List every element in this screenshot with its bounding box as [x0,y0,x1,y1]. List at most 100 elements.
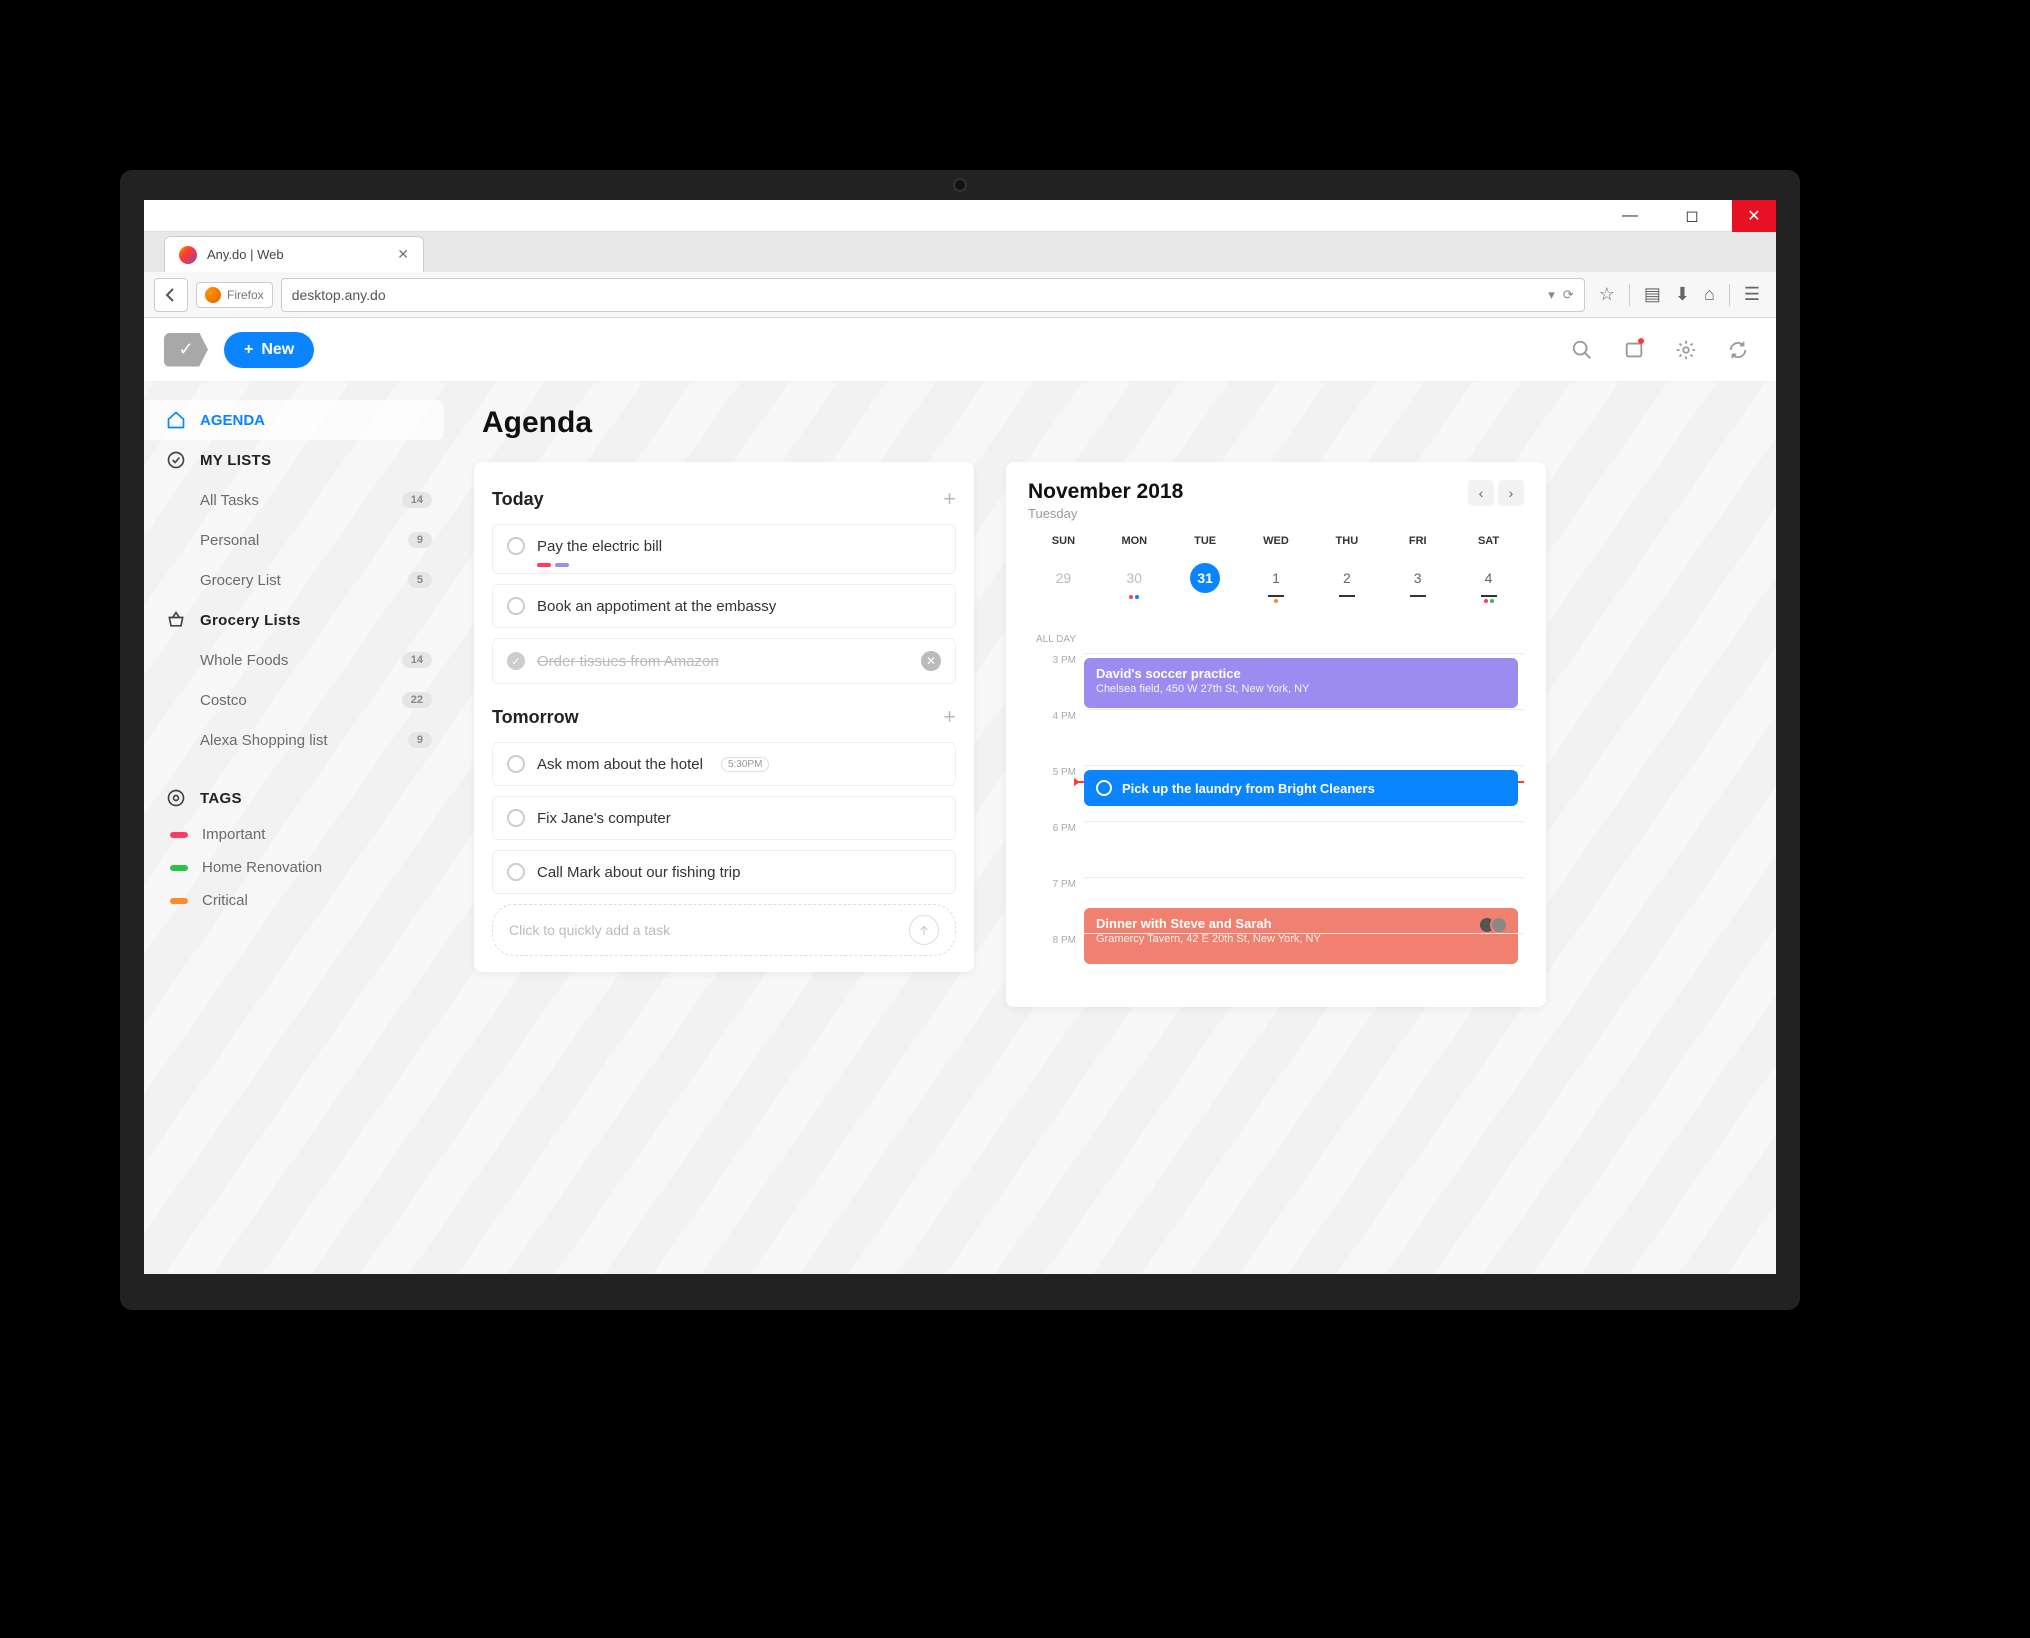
task-row[interactable]: Call Mark about our fishing trip [492,850,956,894]
event-soccer[interactable]: David's soccer practice Chelsea field, 4… [1084,658,1518,708]
notifications-button[interactable] [1616,332,1652,368]
settings-button[interactable] [1668,332,1704,368]
browser-toolbar: Firefox desktop.any.do ▾ ⟳ ☆ ▤ ⬇ ⌂ ☰ [144,272,1776,318]
calendar-dayname: Tuesday [1028,506,1183,521]
window-maximize-button[interactable]: ◻ [1670,200,1714,232]
task-checkbox[interactable] [507,755,525,773]
download-icon[interactable]: ⬇ [1675,284,1690,306]
main-content: Agenda Today + Pay the electric bill [454,382,1776,1274]
task-checkbox[interactable] [507,537,525,555]
calendar-timeline: 3 PM David's soccer practice Chelsea fie… [1028,653,1524,989]
count-badge: 5 [408,572,432,588]
task-checkbox[interactable] [507,809,525,827]
task-text: Book an appotiment at the embassy [537,598,776,615]
firefox-badge[interactable]: Firefox [196,282,273,308]
browser-tab[interactable]: Any.do | Web ✕ [164,236,424,272]
task-time-chip: 5:30PM [721,757,769,772]
calendar-date-cell[interactable]: 30 [1099,557,1170,609]
bookmark-icon[interactable]: ☆ [1599,284,1615,306]
sidebar-item-grocery-list[interactable]: Grocery List 5 [144,560,454,600]
window-close-button[interactable]: ✕ [1732,200,1776,232]
calendar-prev-button[interactable]: ‹ [1468,480,1494,506]
task-row[interactable]: Ask mom about the hotel 5:30PM [492,742,956,786]
toolbar-divider [1629,284,1630,306]
menu-icon[interactable]: ☰ [1744,284,1760,306]
clipboard-icon[interactable]: ▤ [1644,284,1661,306]
arrow-up-icon [917,923,931,937]
card-icon [1623,339,1645,361]
add-task-today-button[interactable]: + [943,486,956,512]
task-row[interactable]: Fix Jane's computer [492,796,956,840]
time-label: 5 PM [1028,765,1084,778]
add-task-tomorrow-button[interactable]: + [943,704,956,730]
sidebar-section-grocery[interactable]: Grocery Lists [144,600,454,640]
calendar-panel: November 2018 Tuesday ‹ › SUN MO [1006,462,1546,1007]
quick-add-placeholder: Click to quickly add a task [509,922,670,938]
sidebar-item-agenda[interactable]: AGENDA [144,400,444,440]
attendee-avatars [1484,916,1508,934]
sidebar-mylists-label: MY LISTS [200,452,271,469]
sidebar-section-tags[interactable]: TAGS [144,778,454,818]
home-icon[interactable]: ⌂ [1704,284,1715,306]
url-text: desktop.any.do [292,287,1541,303]
tag-color-icon [170,832,188,838]
event-checkbox-icon[interactable] [1096,780,1112,796]
count-badge: 9 [408,532,432,548]
task-tag-icon [537,563,551,567]
tag-color-icon [170,898,188,904]
page-title: Agenda [482,406,1756,440]
calendar-date-cell[interactable]: 3 [1382,557,1453,609]
search-button[interactable] [1564,332,1600,368]
tag-home-renovation[interactable]: Home Renovation [144,851,454,884]
sidebar-agenda-label: AGENDA [200,412,265,429]
sync-button[interactable] [1720,332,1756,368]
tag-critical[interactable]: Critical [144,884,454,917]
sidebar-item-personal[interactable]: Personal 9 [144,520,454,560]
sidebar-grocery-label: Grocery Lists [200,612,301,629]
event-laundry[interactable]: Pick up the laundry from Bright Cleaners [1084,770,1518,806]
quick-add-input[interactable]: Click to quickly add a task [492,904,956,956]
tab-favicon-icon [179,246,197,264]
back-button[interactable] [154,278,188,312]
tab-close-button[interactable]: ✕ [397,246,409,263]
check-circle-icon [166,450,186,470]
task-text: Call Mark about our fishing trip [537,864,740,881]
app-logo[interactable]: ✓ [164,333,208,367]
task-row[interactable]: Pay the electric bill [492,524,956,574]
new-button-label: New [261,341,294,359]
calendar-date-cell[interactable]: 2 [1311,557,1382,609]
sidebar-item-alexa-shopping[interactable]: Alexa Shopping list 9 [144,720,454,760]
task-row-completed[interactable]: ✓ Order tissues from Amazon ✕ [492,638,956,684]
calendar-date-cell[interactable]: 1 [1241,557,1312,609]
sidebar-item-all-tasks[interactable]: All Tasks 14 [144,480,454,520]
window-minimize-button[interactable]: — [1608,200,1652,232]
new-button[interactable]: + New [224,332,314,368]
task-checkbox-checked[interactable]: ✓ [507,652,525,670]
calendar-date-cell[interactable]: 31 [1170,557,1241,609]
url-bar[interactable]: desktop.any.do ▾ ⟳ [281,278,1585,312]
reload-icon[interactable]: ⟳ [1563,287,1574,303]
task-row[interactable]: Book an appotiment at the embassy [492,584,956,628]
tab-strip: Any.do | Web ✕ [144,232,1776,272]
task-text: Pay the electric bill [537,538,662,555]
calendar-date-cell[interactable]: 4 [1453,557,1524,609]
calendar-dow-row: SUN MON TUE WED THU FRI SAT [1028,535,1524,547]
quick-add-submit-button[interactable] [909,915,939,945]
calendar-next-button[interactable]: › [1498,480,1524,506]
sidebar-item-costco[interactable]: Costco 22 [144,680,454,720]
tag-important[interactable]: Important [144,818,454,851]
task-checkbox[interactable] [507,863,525,881]
delete-task-button[interactable]: ✕ [921,651,941,671]
event-dinner[interactable]: Dinner with Steve and Sarah Gramercy Tav… [1084,908,1518,964]
dropdown-icon[interactable]: ▾ [1548,287,1555,303]
sidebar-section-mylists[interactable]: MY LISTS [144,440,454,480]
calendar-date-cell[interactable]: 29 [1028,557,1099,609]
count-badge: 22 [402,692,432,708]
time-label: 7 PM [1028,877,1084,890]
task-checkbox[interactable] [507,597,525,615]
check-icon: ✓ [178,339,193,360]
gear-icon [1675,339,1697,361]
firefox-logo-icon [205,287,221,303]
time-label: 6 PM [1028,821,1084,834]
sidebar-item-whole-foods[interactable]: Whole Foods 14 [144,640,454,680]
